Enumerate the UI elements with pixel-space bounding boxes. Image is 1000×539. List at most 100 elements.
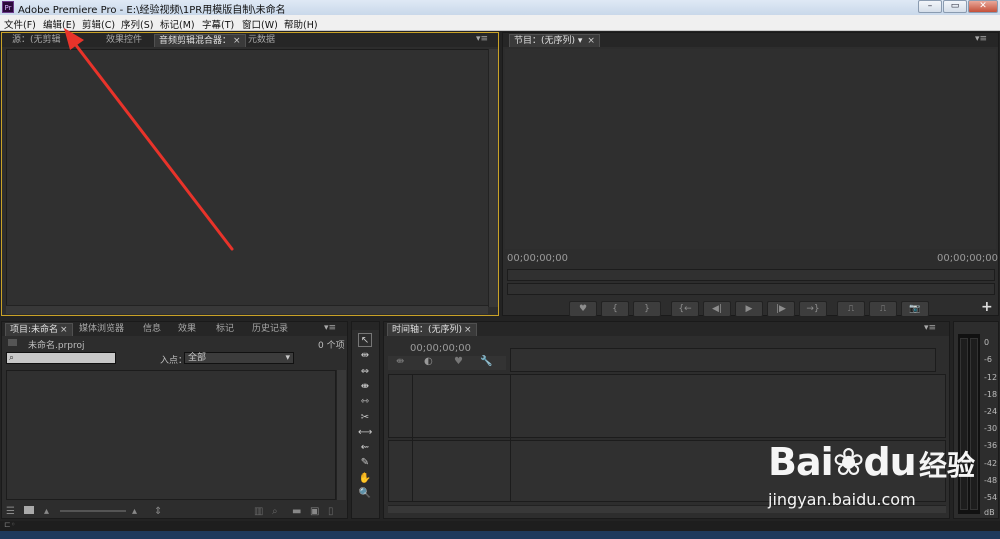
zoom-out-icon[interactable]: ▴ xyxy=(44,506,49,517)
add-marker-button[interactable]: ♥ xyxy=(569,301,597,317)
linked-selection-icon[interactable]: ◐ xyxy=(424,356,433,367)
snap-icon[interactable]: ⇼ xyxy=(396,356,404,367)
tab-audio-clip-mixer[interactable]: 音频剪辑混合器： × xyxy=(154,34,246,47)
ripple-edit-tool-icon[interactable]: ⇔ xyxy=(358,365,372,379)
tab-metadata[interactable]: 元数据 xyxy=(244,34,279,47)
tab-history[interactable]: 历史记录 xyxy=(248,323,292,336)
rolling-edit-tool-icon[interactable]: ⇼ xyxy=(358,380,372,394)
tab-effects[interactable]: 效果 xyxy=(174,323,200,336)
close-tab-icon[interactable]: × xyxy=(233,36,241,46)
vertical-scrollbar[interactable] xyxy=(488,49,498,307)
tab-program[interactable]: 节目：(无序列) ▾ × xyxy=(509,34,600,47)
menu-window[interactable]: 窗口(W) xyxy=(242,17,278,31)
meter-scale-label: -12 xyxy=(984,373,998,382)
track-header-divider xyxy=(510,374,511,502)
mark-out-button[interactable]: } xyxy=(633,301,661,317)
panel-menu-icon[interactable]: ▾≡ xyxy=(975,34,987,44)
button-editor-add-button[interactable]: + xyxy=(981,299,993,315)
menu-edit[interactable]: 编辑(E) xyxy=(43,17,75,31)
tab-timeline[interactable]: 时间轴：(无序列) × xyxy=(387,323,477,336)
vertical-scrollbar[interactable] xyxy=(336,370,346,500)
slide-tool-icon[interactable]: ⇜ xyxy=(358,441,372,455)
export-frame-button[interactable]: 📷 xyxy=(901,301,929,317)
menu-clip[interactable]: 剪辑(C) xyxy=(82,17,115,31)
tab-project[interactable]: 项目:未命名 × xyxy=(5,323,73,336)
play-button[interactable]: ▶ xyxy=(735,301,763,317)
new-item-icon[interactable]: ▣ xyxy=(310,506,319,517)
minimize-button[interactable]: – xyxy=(918,0,942,13)
zoom-slider[interactable] xyxy=(60,510,126,512)
search-icon: ⌕ xyxy=(9,353,15,363)
playhead-timecode[interactable]: 00;00;00;00 xyxy=(507,253,568,264)
timeline-ruler[interactable] xyxy=(510,348,936,372)
chevron-down-icon[interactable]: ▾ xyxy=(578,36,583,46)
panel-menu-icon[interactable]: ▾≡ xyxy=(924,323,936,333)
in-point-label: 入点： xyxy=(160,356,188,366)
step-back-button[interactable]: ◀| xyxy=(703,301,731,317)
panel-menu-icon[interactable]: ▾≡ xyxy=(476,34,488,44)
meter-bars xyxy=(958,334,980,514)
rate-stretch-tool-icon[interactable]: ⇿ xyxy=(358,395,372,409)
panel-menu-icon[interactable]: ▾≡ xyxy=(324,323,336,333)
meter-left-channel xyxy=(960,338,968,510)
menu-marker[interactable]: 标记(M) xyxy=(160,17,195,31)
close-tab-icon[interactable]: × xyxy=(587,36,595,46)
meter-scale-label: -6 xyxy=(984,355,992,364)
in-point-select[interactable]: 全部 ▾ xyxy=(184,352,294,364)
window-title: Adobe Premiere Pro - E:\经验视频\1PR用模版自制\未命… xyxy=(18,5,286,16)
program-monitor-panel: 节目：(无序列) ▾ × ▾≡ 00;00;00;00 00;00;00;00 … xyxy=(502,32,999,317)
slip-tool-icon[interactable]: ⟷ xyxy=(358,426,372,440)
zoom-scroll-bar[interactable] xyxy=(507,283,995,295)
project-panel: 项目:未命名 × 媒体浏览器 信息 效果 标记 历史记录 ▾≡ 未命名.prpro… xyxy=(1,321,348,519)
step-forward-button[interactable]: |▶ xyxy=(767,301,795,317)
sort-icon[interactable]: ⇕ xyxy=(154,506,162,517)
meter-scale-label: -42 xyxy=(984,459,998,468)
icon-view-icon[interactable] xyxy=(24,506,34,514)
close-tab-icon[interactable]: × xyxy=(464,325,472,335)
razor-tool-icon[interactable]: ✂ xyxy=(358,411,372,425)
mark-in-button[interactable]: { xyxy=(601,301,629,317)
menu-help[interactable]: 帮助(H) xyxy=(284,17,318,31)
program-tabbar: 节目：(无序列) ▾ × ▾≡ xyxy=(503,33,998,47)
new-bin-icon[interactable]: ▬ xyxy=(292,506,301,517)
meter-scale-label: 0 xyxy=(984,338,990,347)
tab-media-browser[interactable]: 媒体浏览器 xyxy=(75,323,128,336)
add-marker-icon[interactable]: ♥ xyxy=(454,356,463,367)
watermark-brand-suffix: du xyxy=(863,440,916,484)
tab-source[interactable]: 源：(无剪辑 xyxy=(8,34,65,47)
menu-file[interactable]: 文件(F) xyxy=(4,17,36,31)
timeline-timecode[interactable]: 00;00;00;00 xyxy=(410,343,471,354)
item-count: 0 个项 xyxy=(318,341,345,351)
go-to-out-button[interactable]: →} xyxy=(799,301,827,317)
selection-tool-icon[interactable]: ↖ xyxy=(358,333,372,347)
tab-info[interactable]: 信息 xyxy=(139,323,165,336)
automate-icon[interactable]: ▥ xyxy=(254,506,263,517)
duration-timecode: 00;00;00;00 xyxy=(937,253,999,264)
list-view-icon[interactable]: ☰ xyxy=(6,506,15,517)
tab-markers[interactable]: 标记 xyxy=(212,323,238,336)
horizontal-scrollbar[interactable] xyxy=(6,305,488,314)
pen-tool-icon[interactable]: ✎ xyxy=(358,456,372,470)
extract-button[interactable]: ⎍ xyxy=(869,301,897,317)
video-tracks-area[interactable] xyxy=(388,374,946,438)
zoom-tool-icon[interactable]: 🔍 xyxy=(358,487,372,501)
hand-tool-icon[interactable]: ✋ xyxy=(358,472,372,486)
menu-title[interactable]: 字幕(T) xyxy=(202,17,234,31)
search-input[interactable]: ⌕ xyxy=(6,352,116,364)
wrench-icon[interactable]: 🔧 xyxy=(480,356,492,367)
time-ruler[interactable] xyxy=(507,269,995,281)
track-select-tool-icon[interactable]: ⇹ xyxy=(358,349,372,363)
lift-button[interactable]: ⎍ xyxy=(837,301,865,317)
go-to-in-button[interactable]: {← xyxy=(671,301,699,317)
maximize-button[interactable]: ▭ xyxy=(943,0,967,13)
trash-icon[interactable]: ▯ xyxy=(328,506,334,517)
meter-scale-label: -30 xyxy=(984,424,998,433)
meter-scale-label: -18 xyxy=(984,390,998,399)
menu-sequence[interactable]: 序列(S) xyxy=(121,17,153,31)
tab-effect-controls[interactable]: 效果控件 xyxy=(102,34,146,47)
zoom-in-icon[interactable]: ▴ xyxy=(132,506,137,517)
project-bin-list[interactable] xyxy=(6,370,336,500)
find-icon[interactable]: ⌕ xyxy=(272,506,278,517)
close-window-button[interactable]: ✕ xyxy=(968,0,998,13)
close-tab-icon[interactable]: × xyxy=(60,325,68,335)
